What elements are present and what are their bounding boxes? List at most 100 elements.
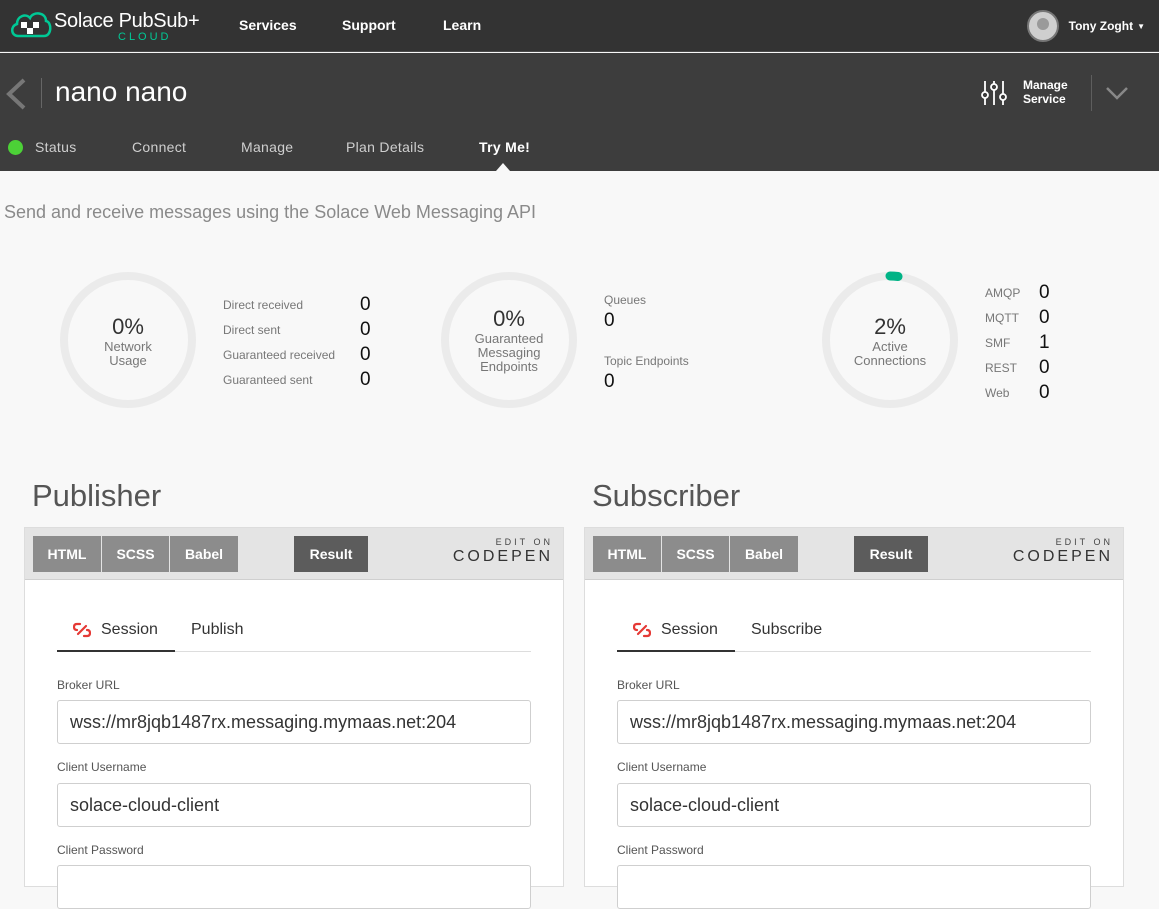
html-tab-button[interactable]: HTML [593,536,661,572]
client-password-input[interactable] [617,865,1091,909]
codepen-toolbar: HTML SCSS Babel Result EDIT ON CODEPEN [585,528,1123,580]
divider [1091,75,1092,111]
stat-value: 0 [1039,382,1050,403]
ring-label: Usage [109,353,147,368]
stat-value: 0 [360,369,371,390]
network-usage-ring: 0% Network Usage [58,270,198,410]
babel-tab-button[interactable]: Babel [170,536,238,572]
stat-label: Web [985,386,1010,400]
nav-services[interactable]: Services [239,17,297,33]
active-connections-ring: 2% Active Connections [820,270,960,410]
scss-tab-button[interactable]: SCSS [102,536,169,572]
stat-label: SMF [985,336,1011,350]
solace-logo[interactable]: Solace PubSub+ CLOUD [8,6,200,46]
babel-tab-button[interactable]: Babel [730,536,798,572]
broker-url-input[interactable]: wss://mr8jqb1487rx.messaging.mymaas.net:… [617,700,1091,744]
html-tab-button[interactable]: HTML [33,536,101,572]
ring-label: Network [104,339,152,354]
cloud-logo-icon [11,12,52,38]
stat-label: Direct sent [223,323,281,337]
publisher-panel: HTML SCSS Babel Result EDIT ON CODEPEN S… [24,527,564,909]
stat-value: 0 [604,310,615,331]
divider [41,78,42,108]
ring-label: Active [872,339,908,354]
stat-label: REST [985,361,1018,375]
stat-value: 0 [1039,357,1050,378]
endpoints-pct: 0% [493,306,525,331]
stat-label: AMQP [985,286,1021,300]
stat-label: Guaranteed received [223,348,336,362]
connections-pct: 2% [874,314,906,339]
client-username-label: Client Username [617,760,707,774]
ring-label: Guaranteed [474,331,544,346]
stat-label: Direct received [223,298,304,312]
tab-session[interactable]: Session [101,621,158,639]
stat-value: 0 [360,319,371,340]
subscriber-panel: HTML SCSS Babel Result EDIT ON CODEPEN S… [584,527,1124,909]
status-indicator [8,140,23,155]
tab-plan-details[interactable]: Plan Details [346,139,424,155]
ring-label: Connections [853,353,927,368]
stat-value: 0 [1039,282,1050,303]
active-tab-underline [57,650,175,652]
subscriber-tabs: Session Subscribe [617,608,1091,652]
active-tab-pointer [496,163,510,171]
result-tab-button[interactable]: Result [854,536,928,572]
avatar [1026,10,1059,42]
broker-url-input[interactable]: wss://mr8jqb1487rx.messaging.mymaas.net:… [57,700,531,744]
subscriber-title: Subscriber [592,478,741,513]
tab-session[interactable]: Session [661,621,718,639]
back-arrow-icon[interactable] [4,77,30,111]
connections-fill-arc [885,271,903,282]
nav-support[interactable]: Support [342,17,396,33]
active-tab-underline [617,650,735,652]
edit-on-codepen-link[interactable]: EDIT ON CODEPEN [1013,537,1113,566]
stat-value: 0 [360,344,371,365]
tab-publish[interactable]: Publish [191,621,243,639]
scss-tab-button[interactable]: SCSS [662,536,729,572]
codepen-logo: CODEPEN [452,548,553,565]
codepen-toolbar: HTML SCSS Babel Result EDIT ON CODEPEN [25,528,563,580]
tab-subscribe[interactable]: Subscribe [751,621,822,639]
top-navbar: Solace PubSub+ CLOUD Services Support Le… [0,0,1159,52]
sliders-icon [981,81,1007,105]
client-username-input[interactable]: solace-cloud-client [617,783,1091,827]
client-username-label: Client Username [57,760,147,774]
nav-learn[interactable]: Learn [443,17,481,33]
caret-down-icon: ▼ [1137,21,1145,31]
brand-sub: CLOUD [118,31,172,43]
stat-value: 0 [360,294,371,315]
tab-status[interactable]: Status [35,139,77,155]
ring-label: Endpoints [480,359,538,374]
client-password-input[interactable] [57,865,531,909]
network-usage-pct: 0% [112,314,144,339]
manage-service-label: Manage Service [1023,78,1068,106]
tab-try-me[interactable]: Try Me! [479,139,530,155]
client-password-label: Client Password [617,843,704,857]
stat-label: Topic Endpoints [604,354,689,368]
endpoints-ring: 0% Guaranteed Messaging Endpoints [439,270,579,410]
broken-link-icon [73,622,91,638]
result-tab-button[interactable]: Result [294,536,368,572]
stat-value: 0 [604,371,615,392]
manage-service-button[interactable]: Manage Service [980,77,1070,111]
broker-url-label: Broker URL [617,678,680,692]
publisher-title: Publisher [32,478,162,513]
codepen-logo: CODEPEN [1012,548,1113,565]
publisher-tabs: Session Publish [57,608,531,652]
brand-name: Solace PubSub+ [54,10,200,32]
client-username-input[interactable]: solace-cloud-client [57,783,531,827]
tab-connect[interactable]: Connect [132,139,186,155]
page-subtitle: Send and receive messages using the Sola… [4,202,536,222]
user-menu[interactable]: Tony Zoght ▼ [1026,10,1145,42]
stat-value: 0 [1039,307,1050,328]
stat-label: Queues [604,293,647,307]
user-name: Tony Zoght [1068,19,1134,33]
ring-label: Messaging [477,345,541,360]
stat-value: 1 [1039,332,1050,353]
edit-on-codepen-link[interactable]: EDIT ON CODEPEN [453,537,553,566]
client-password-label: Client Password [57,843,144,857]
tab-manage[interactable]: Manage [241,139,293,155]
service-title: nano nano [55,76,188,107]
chevron-down-icon[interactable] [1104,83,1130,103]
